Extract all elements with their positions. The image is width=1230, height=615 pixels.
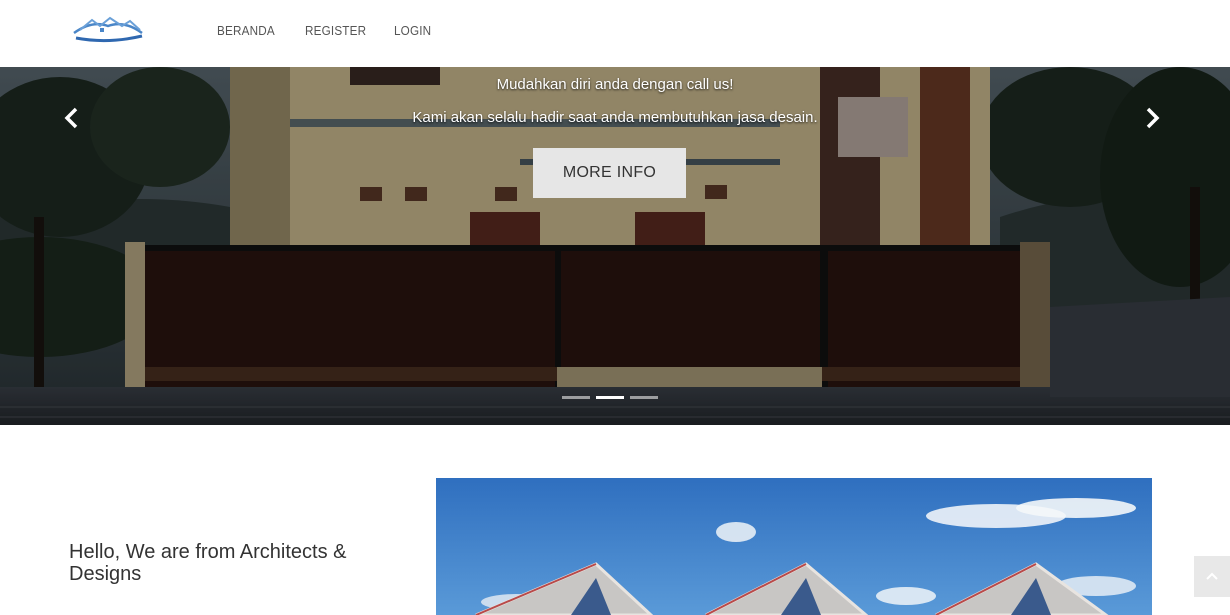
nav-link-login[interactable]: LOGIN xyxy=(394,23,431,38)
carousel-indicator-3[interactable] xyxy=(630,396,658,399)
hero-carousel: Mudahkan diri anda dengan call us! Kami … xyxy=(0,67,1230,425)
hero-caption-line2: Kami akan selalu hadir saat anda membutu… xyxy=(412,109,818,126)
carousel-indicator-2[interactable] xyxy=(596,396,624,399)
back-to-top-button[interactable] xyxy=(1194,556,1230,597)
hero-caption-line1: Mudahkan diri anda dengan call us! xyxy=(496,76,734,93)
about-title: Hello, We are from Architects & Designs xyxy=(69,541,347,585)
chevron-left-icon[interactable] xyxy=(60,105,84,131)
nav-link-register[interactable]: REGISTER xyxy=(305,23,366,38)
nav-link-beranda[interactable]: BERANDA xyxy=(217,23,275,38)
architecture-image xyxy=(436,478,1152,615)
more-info-button[interactable]: MORE INFO xyxy=(533,148,686,198)
navbar: BERANDA REGISTER LOGIN xyxy=(0,0,1230,67)
chevron-right-icon[interactable] xyxy=(1140,105,1164,131)
house-roof-logo-icon[interactable] xyxy=(70,14,146,44)
carousel-indicator-1[interactable] xyxy=(562,396,590,399)
chevron-up-icon xyxy=(1206,572,1218,580)
